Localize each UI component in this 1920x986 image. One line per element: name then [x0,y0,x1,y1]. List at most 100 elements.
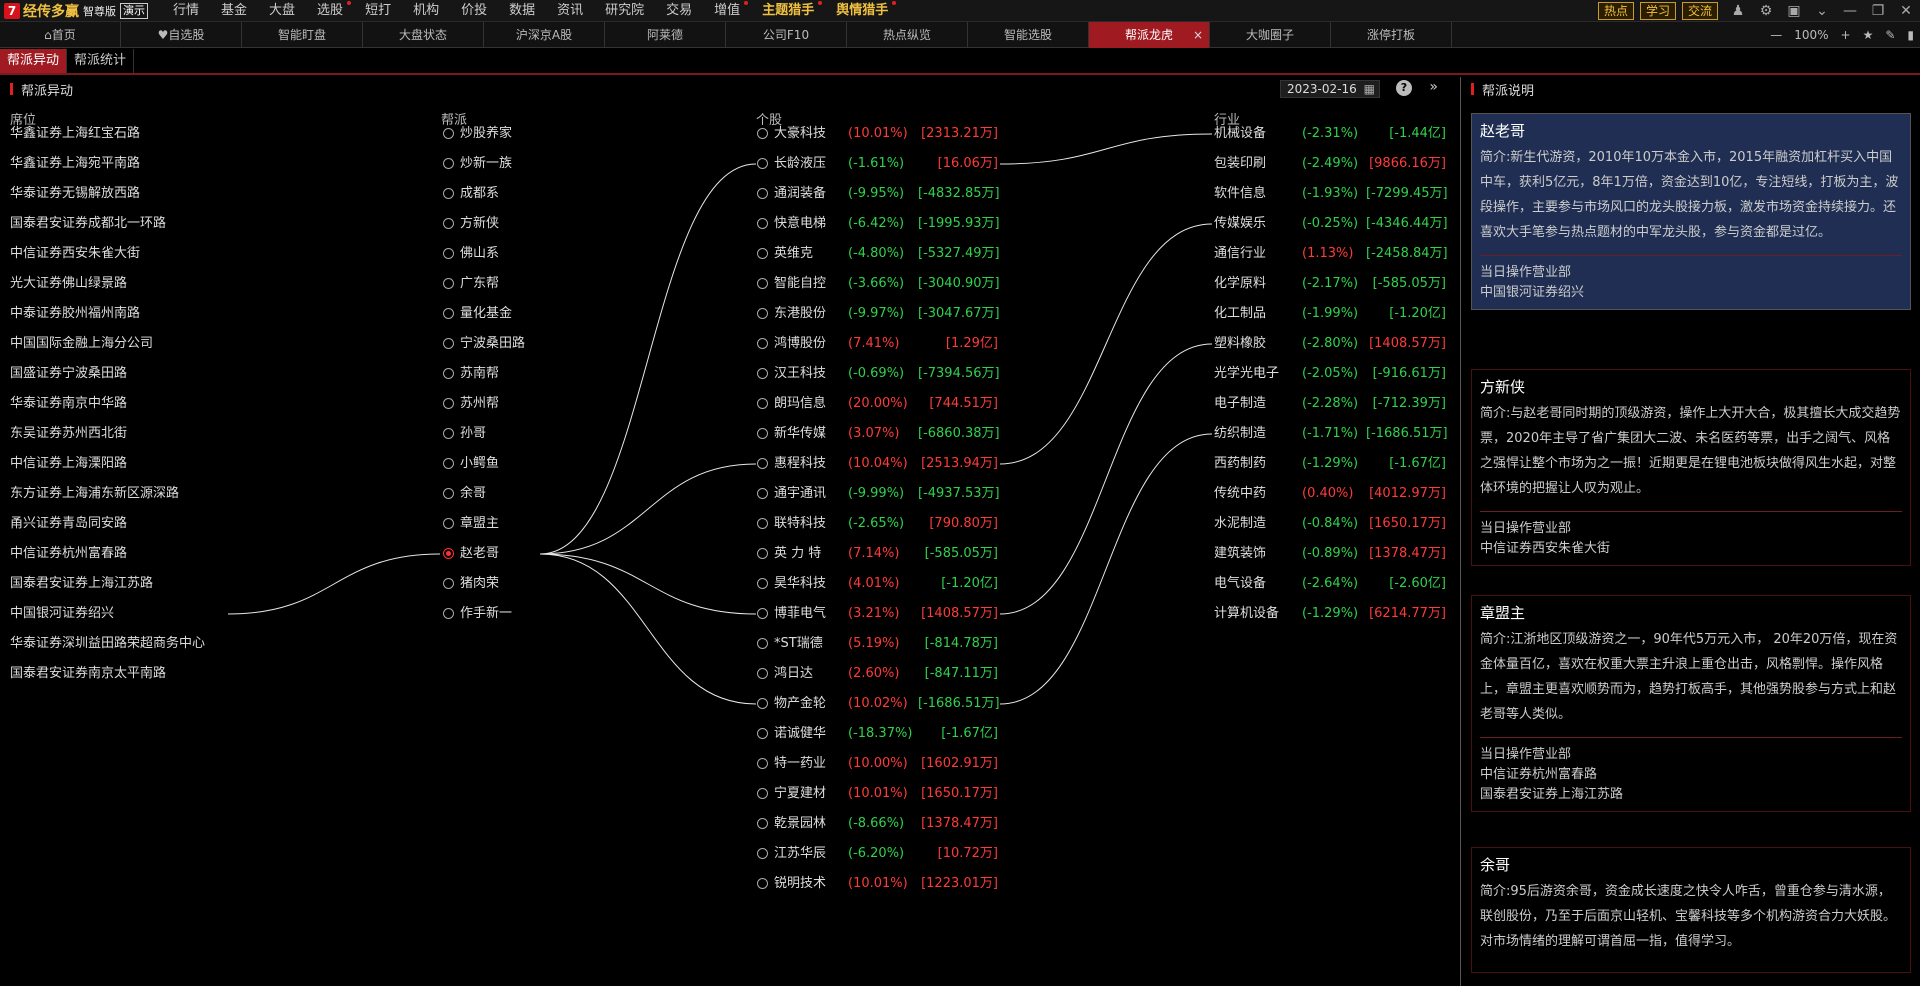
stock-radio[interactable] [757,278,768,289]
seat-row[interactable]: 国泰君安证券成都北一环路 [10,214,166,234]
seat-row[interactable]: 华泰证券深圳益田路荣超商务中心 [10,634,205,654]
industry-name[interactable]: 化学原料 [1214,274,1266,294]
seat-row[interactable]: 中国国际金融上海分公司 [10,334,153,354]
tab-7[interactable]: 热点纵览 [847,21,968,48]
menu-item-11[interactable]: 增值 [703,0,751,22]
seat-row[interactable]: 甬兴证券青岛同安路 [10,514,127,534]
card-seat-name[interactable]: 中信证券西安朱雀大街 [1480,539,1902,559]
industry-name[interactable]: 传统中药 [1214,484,1266,504]
gang-radio[interactable] [443,248,454,259]
seat-row[interactable]: 国泰君安证券南京太平南路 [10,664,166,684]
gang-label[interactable]: 宁波桑田路 [460,334,525,354]
star-icon[interactable]: ★ [1857,28,1880,42]
industry-name[interactable]: 通信行业 [1214,244,1266,264]
stock-radio[interactable] [757,188,768,199]
tab-2[interactable]: 智能盯盘 [242,21,363,48]
stock-name[interactable]: 东港股份 [774,304,826,324]
stock-name[interactable]: 快意电梯 [774,214,826,234]
stock-name[interactable]: 智能自控 [774,274,826,294]
stock-name[interactable]: 联特科技 [774,514,826,534]
menu-item-10[interactable]: 交易 [655,0,703,22]
gang-radio[interactable] [443,338,454,349]
gang-label[interactable]: 余哥 [460,484,486,504]
seat-row[interactable]: 华鑫证券上海宛平南路 [10,154,140,174]
chevron-down-icon[interactable]: ⌄ [1808,3,1836,19]
subtab-1[interactable]: 帮派统计 [67,49,135,73]
stock-radio[interactable] [757,758,768,769]
tab-5[interactable]: 阿莱德 [605,21,726,48]
tab-1[interactable]: ♥ 自选股 [121,21,242,48]
menu-item-13[interactable]: 舆情猎手 [825,0,899,22]
seat-row[interactable]: 东方证券上海浦东新区源深路 [10,484,179,504]
stock-radio[interactable] [757,368,768,379]
industry-name[interactable]: 软件信息 [1214,184,1266,204]
stock-radio[interactable] [757,218,768,229]
gang-radio[interactable] [443,578,454,589]
gang-label[interactable]: 佛山系 [460,244,499,264]
stock-radio[interactable] [757,878,768,889]
industry-name[interactable]: 西药制药 [1214,454,1266,474]
tab-11[interactable]: 涨停打板 [1331,21,1452,48]
subtab-0[interactable]: 帮派异动 [0,49,68,73]
menu-item-8[interactable]: 资讯 [546,0,594,22]
gang-radio[interactable] [443,218,454,229]
stock-name[interactable]: 通润装备 [774,184,826,204]
close-icon[interactable]: ✕ [1892,3,1920,19]
stock-name[interactable]: 通宇通讯 [774,484,826,504]
gang-label[interactable]: 苏州帮 [460,394,499,414]
stock-radio[interactable] [757,608,768,619]
tab-9[interactable]: 帮派龙虎 × [1089,21,1210,48]
industry-name[interactable]: 塑料橡胶 [1214,334,1266,354]
zoom-out-button[interactable]: — [1764,28,1788,42]
chat-button[interactable]: 交流 [1681,2,1718,20]
gang-radio[interactable] [443,488,454,499]
seat-row[interactable]: 华泰证券无锡解放西路 [10,184,140,204]
seat-row[interactable]: 中信证券上海溧阳路 [10,454,127,474]
stock-name[interactable]: 英 力 特 [774,544,821,564]
industry-name[interactable]: 光学光电子 [1214,364,1279,384]
seat-row[interactable]: 中国银河证券绍兴 [10,604,114,624]
gang-label[interactable]: 方新侠 [460,214,499,234]
gear-icon[interactable]: ⚙ [1752,3,1780,19]
gang-label[interactable]: 量化基金 [460,304,512,324]
edit-icon[interactable]: ✎ [1879,28,1901,42]
menu-item-4[interactable]: 短打 [354,0,402,22]
zoom-in-button[interactable]: + [1835,28,1857,42]
tab-0[interactable]: ⌂ 首页 [0,21,121,48]
seat-row[interactable]: 中信证券西安朱雀大街 [10,244,140,264]
seat-row[interactable]: 国泰君安证券上海江苏路 [10,574,153,594]
stock-name[interactable]: 特一药业 [774,754,826,774]
industry-name[interactable]: 机械设备 [1214,124,1266,144]
stock-name[interactable]: 博菲电气 [774,604,826,624]
menu-item-1[interactable]: 基金 [210,0,258,22]
gang-label[interactable]: 猪肉荣 [460,574,499,594]
stock-radio[interactable] [757,698,768,709]
gang-radio[interactable] [443,548,454,559]
stock-radio[interactable] [757,578,768,589]
gang-label[interactable]: 炒新一族 [460,154,512,174]
industry-name[interactable]: 计算机设备 [1214,604,1279,624]
tab-3[interactable]: 大盘状态 [363,21,484,48]
tab-4[interactable]: 沪深京A股 [484,21,605,48]
stock-name[interactable]: 江苏华辰 [774,844,826,864]
gang-radio[interactable] [443,128,454,139]
gang-label[interactable]: 小鳄鱼 [460,454,499,474]
stock-name[interactable]: 乾景园林 [774,814,826,834]
gang-radio[interactable] [443,308,454,319]
tab-8[interactable]: 智能选股 [968,21,1089,48]
seat-row[interactable]: 东吴证券苏州西北街 [10,424,127,444]
stock-name[interactable]: 锐明技术 [774,874,826,894]
tab-close-icon[interactable]: × [1193,28,1203,42]
menu-item-2[interactable]: 大盘 [258,0,306,22]
gang-radio[interactable] [443,428,454,439]
industry-name[interactable]: 水泥制造 [1214,514,1266,534]
stock-name[interactable]: 昊华科技 [774,574,826,594]
stock-name[interactable]: *ST瑞德 [774,634,823,654]
stock-radio[interactable] [757,308,768,319]
gang-label[interactable]: 赵老哥 [460,544,499,564]
tab-10[interactable]: 大咖圈子 [1210,21,1331,48]
stock-radio[interactable] [757,338,768,349]
card-seat-name[interactable]: 国泰君安证券上海江苏路 [1480,785,1902,805]
stock-radio[interactable] [757,638,768,649]
card-seat-name[interactable]: 中国银河证券绍兴 [1480,283,1902,303]
